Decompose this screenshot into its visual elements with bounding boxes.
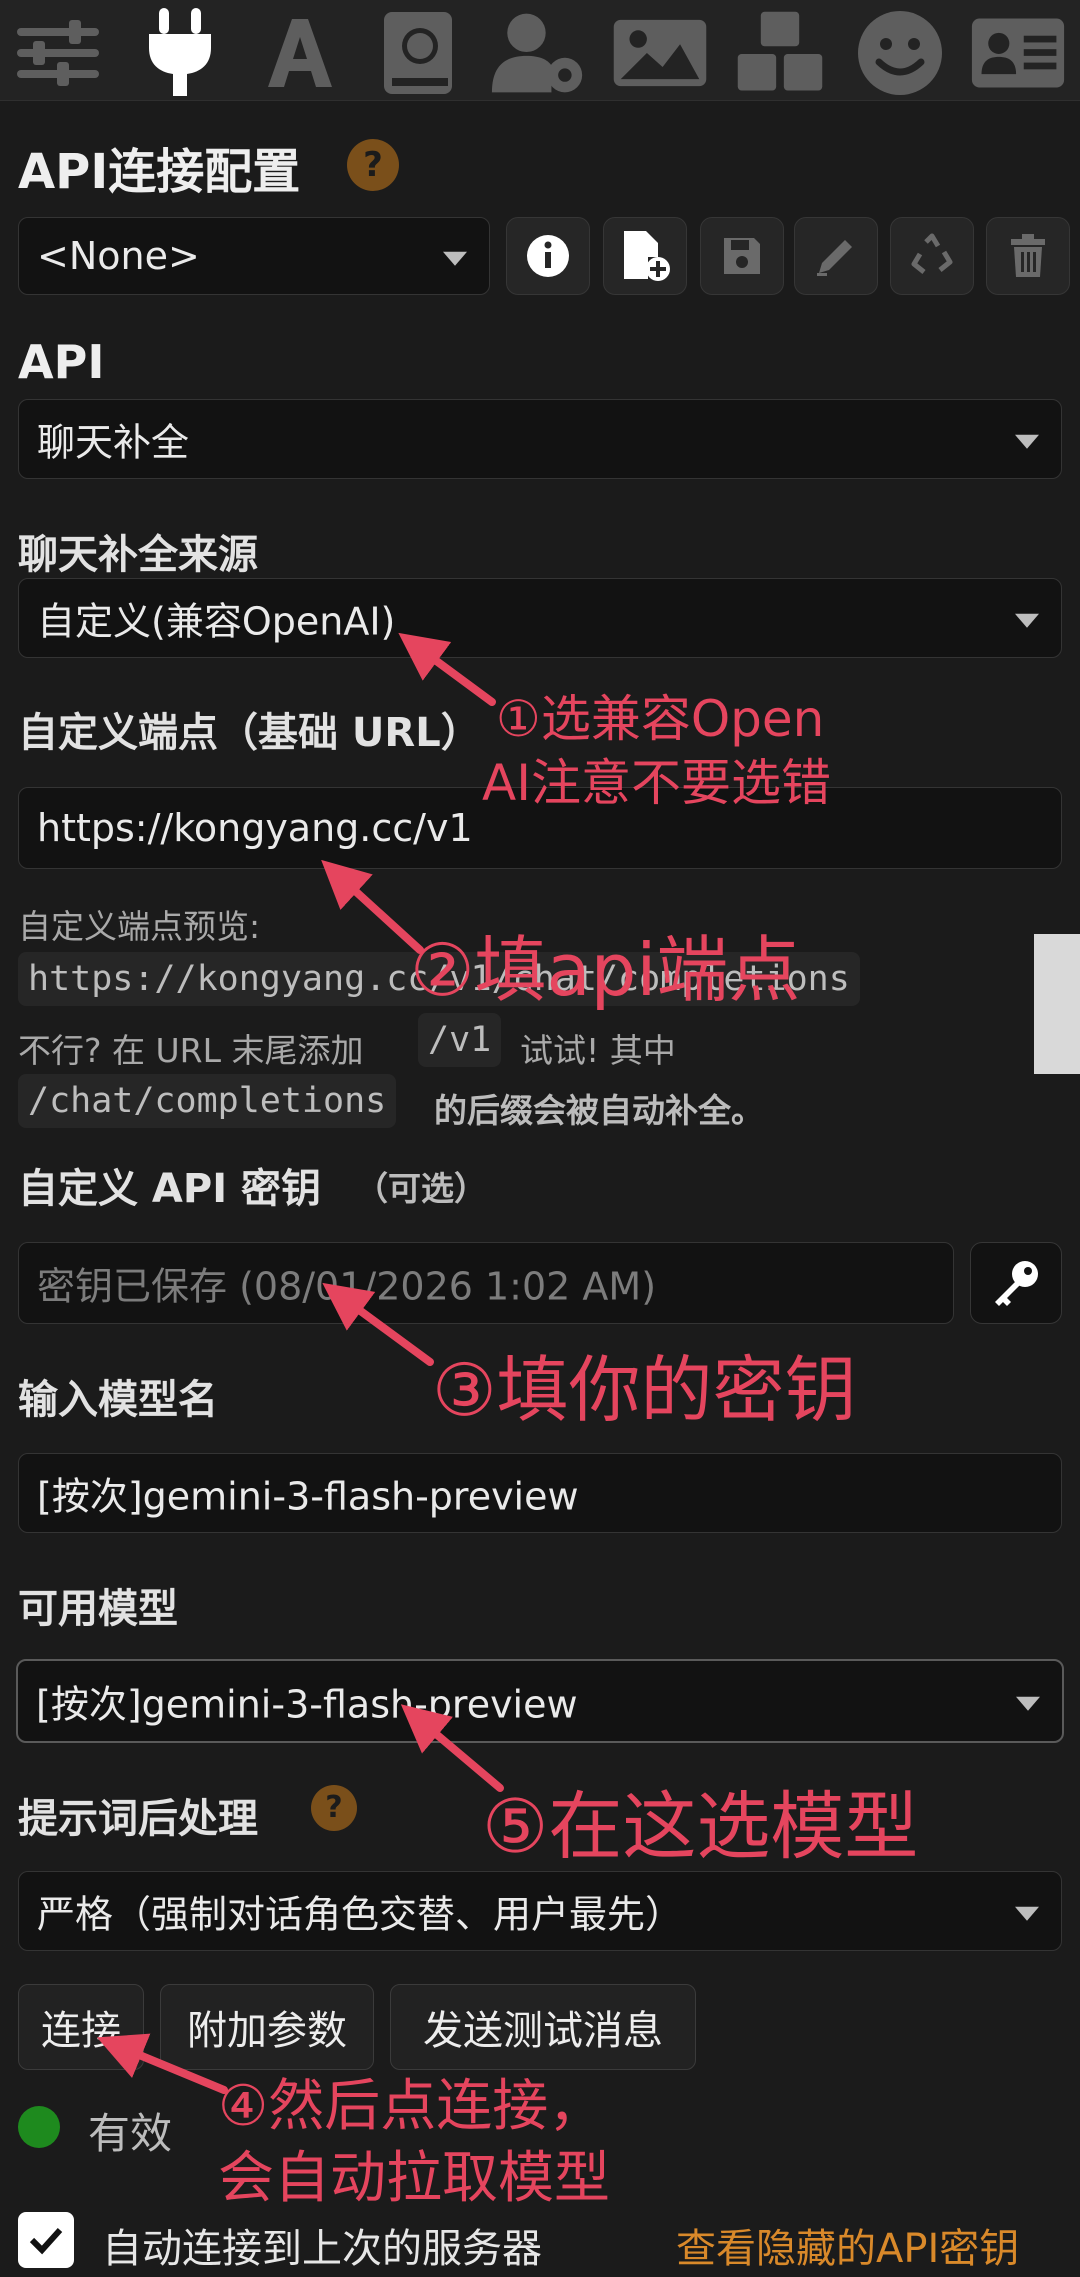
annotation-arrows: [96, 632, 504, 2094]
annotation-arrow: [398, 632, 496, 706]
annotation-step2: ②填api端点: [410, 928, 801, 1012]
annotation-step5: ⑤在这选模型: [482, 1784, 919, 1870]
annotation-step1-line1: ①选兼容Open: [496, 690, 825, 748]
annotation-step1-line2: AI注意不要选错: [482, 754, 831, 812]
annotation-arrow: [400, 1704, 504, 1792]
annotation-step3: ③填你的密钥: [432, 1348, 857, 1432]
annotation-arrow: [96, 2033, 228, 2094]
annotation-step4-line2: 会自动拉取模型: [218, 2146, 610, 2211]
annotation-step4-line1: ④然后点连接，: [218, 2074, 605, 2139]
annotation-arrow: [321, 859, 424, 954]
annotation-arrow: [322, 1282, 434, 1366]
